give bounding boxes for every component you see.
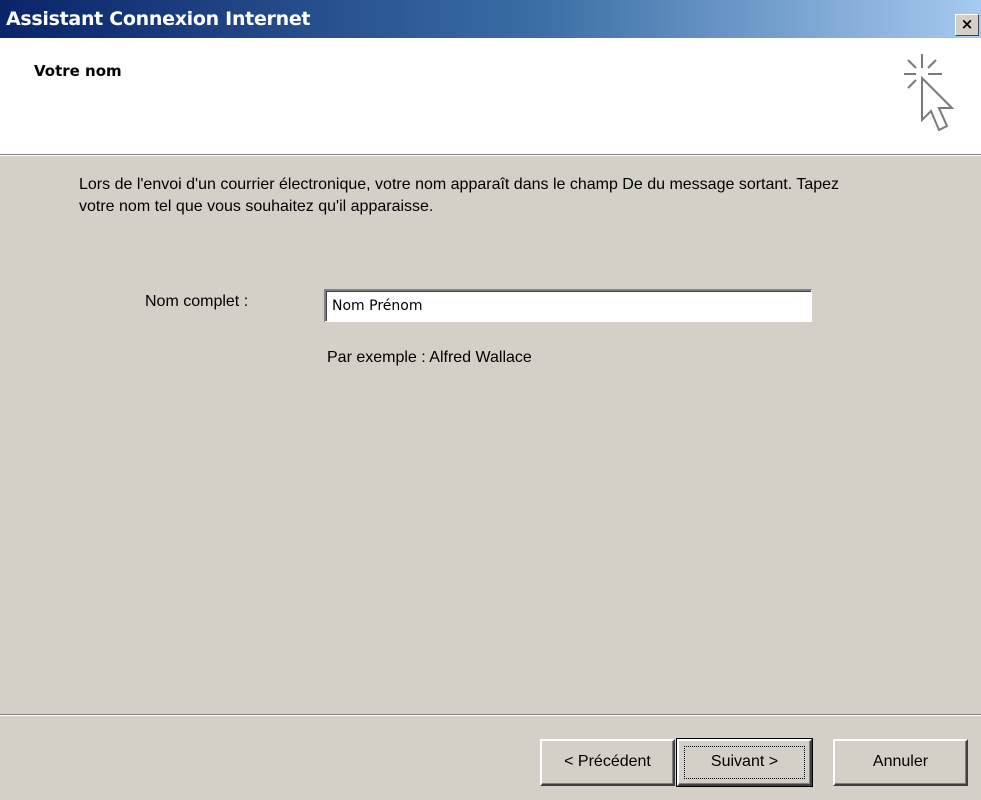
window-title: Assistant Connexion Internet (6, 8, 311, 30)
close-button[interactable]: × (955, 14, 979, 36)
page-title: Votre nom (34, 62, 122, 80)
wizard-cursor-icon (904, 54, 955, 132)
full-name-label: Nom complet : (145, 293, 249, 310)
footer-divider (0, 714, 981, 716)
previous-button[interactable]: < Précédent (540, 739, 675, 786)
instruction-text: Lors de l'envoi d'un courrier électroniq… (79, 176, 840, 215)
title-bar[interactable]: Assistant Connexion Internet × (0, 0, 981, 38)
full-name-input[interactable] (324, 289, 812, 322)
wizard-header: Votre nom (0, 38, 981, 154)
close-icon: × (960, 15, 974, 33)
next-button-label: Suivant > (710, 753, 779, 770)
next-button[interactable]: Suivant > (676, 738, 813, 787)
example-text: Par exemple : Alfred Wallace (327, 349, 532, 366)
cancel-button[interactable]: Annuler (833, 739, 968, 786)
header-divider (0, 154, 981, 156)
